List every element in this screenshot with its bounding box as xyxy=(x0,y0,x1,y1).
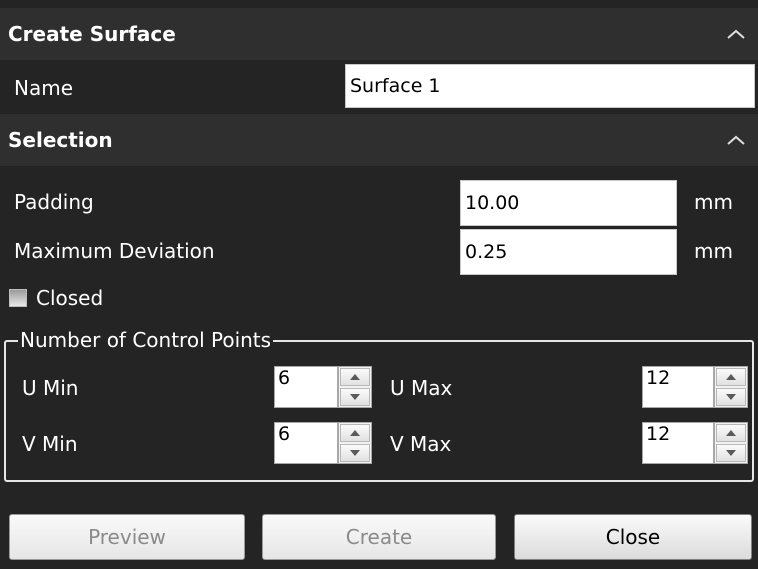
v-max-up-button[interactable] xyxy=(716,424,746,442)
triangle-down-icon xyxy=(726,394,736,400)
selection-header[interactable]: Selection xyxy=(0,114,758,166)
triangle-down-icon xyxy=(350,450,360,456)
v-max-spinner[interactable] xyxy=(714,422,748,464)
triangle-down-icon xyxy=(350,394,360,400)
padding-label: Padding xyxy=(14,190,94,214)
triangle-up-icon xyxy=(726,430,736,436)
padding-unit: mm xyxy=(694,190,733,214)
selection-title: Selection xyxy=(8,128,113,152)
max-deviation-unit: mm xyxy=(694,239,733,263)
create-surface-header[interactable]: Create Surface xyxy=(0,8,758,60)
u-max-spinner[interactable] xyxy=(714,366,748,408)
v-max-input[interactable]: 12 xyxy=(642,422,714,464)
v-max-down-button[interactable] xyxy=(716,444,746,462)
chevron-up-icon[interactable] xyxy=(726,28,746,40)
triangle-down-icon xyxy=(726,450,736,456)
create-button[interactable]: Create xyxy=(262,514,496,560)
u-max-up-button[interactable] xyxy=(716,368,746,386)
padding-input[interactable] xyxy=(460,180,677,226)
control-points-title: Number of Control Points xyxy=(18,328,274,352)
create-surface-title: Create Surface xyxy=(8,22,176,46)
triangle-up-icon xyxy=(726,374,736,380)
v-min-down-button[interactable] xyxy=(340,444,370,462)
closed-checkbox[interactable] xyxy=(9,289,27,307)
v-min-label: V Min xyxy=(22,432,78,456)
u-min-label: U Min xyxy=(22,376,79,400)
u-min-input[interactable]: 6 xyxy=(274,366,338,408)
u-max-down-button[interactable] xyxy=(716,388,746,406)
max-deviation-label: Maximum Deviation xyxy=(14,239,215,263)
closed-label: Closed xyxy=(36,286,104,310)
u-min-up-button[interactable] xyxy=(340,368,370,386)
chevron-up-icon[interactable] xyxy=(726,134,746,146)
close-button[interactable]: Close xyxy=(514,514,752,560)
max-deviation-input[interactable] xyxy=(460,229,677,275)
name-label: Name xyxy=(14,76,74,100)
triangle-up-icon xyxy=(350,374,360,380)
v-min-input[interactable]: 6 xyxy=(274,422,338,464)
u-min-spinner[interactable] xyxy=(338,366,372,408)
preview-button[interactable]: Preview xyxy=(9,514,245,560)
v-min-up-button[interactable] xyxy=(340,424,370,442)
v-min-spinner[interactable] xyxy=(338,422,372,464)
name-input[interactable] xyxy=(345,64,755,108)
u-max-input[interactable]: 12 xyxy=(642,366,714,408)
v-max-label: V Max xyxy=(390,432,452,456)
u-min-down-button[interactable] xyxy=(340,388,370,406)
triangle-up-icon xyxy=(350,430,360,436)
u-max-label: U Max xyxy=(390,376,453,400)
